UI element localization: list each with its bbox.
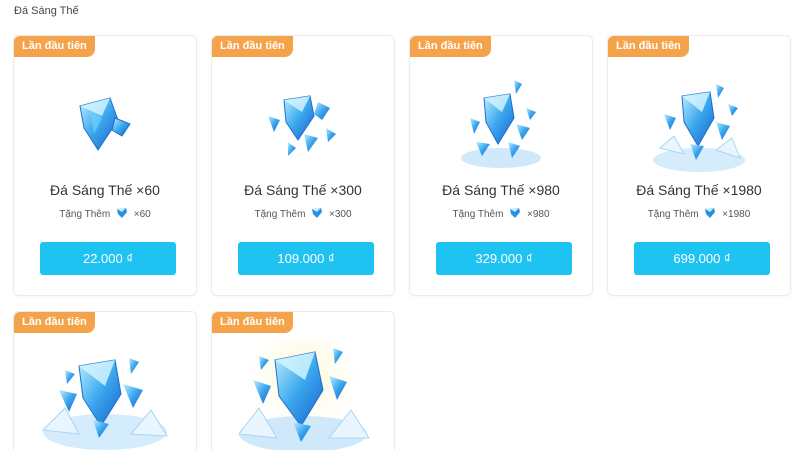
- bonus-label: Tặng Thêm: [647, 209, 699, 220]
- product-name: Đá Sáng Thế ×980: [442, 182, 560, 198]
- crystal-icon: [653, 84, 745, 172]
- buy-button-300[interactable]: 109.000 ₫: [238, 242, 374, 275]
- product-card-980[interactable]: Lần đầu tiên Đá Sáng Thế ×980 Tặng Thêm …: [409, 35, 593, 296]
- product-card-pile[interactable]: Lần đầu tiên: [13, 311, 197, 450]
- first-purchase-badge: Lần đầu tiên: [14, 36, 95, 57]
- product-card-1980[interactable]: Lần đầu tiên Đá Sáng Thế ×1980 Tặng Thêm…: [607, 35, 791, 296]
- first-purchase-badge: Lần đầu tiên: [410, 36, 491, 57]
- first-purchase-badge: Lần đầu tiên: [212, 312, 293, 333]
- crystal-icon: [461, 80, 541, 168]
- crystal-icon: [79, 97, 131, 151]
- product-card-chest[interactable]: Lần đầu tiên: [211, 311, 395, 450]
- bonus-label: Tặng Thêm: [452, 209, 504, 220]
- bonus-text: Tặng Thêm ×1980: [608, 207, 790, 220]
- bonus-amount: ×60: [133, 209, 151, 220]
- first-purchase-badge: Lần đầu tiên: [212, 36, 293, 57]
- buy-button-60[interactable]: 22.000 ₫: [40, 242, 176, 275]
- bonus-text: Tặng Thêm ×300: [212, 207, 394, 220]
- bonus-text: Tặng Thêm ×980: [410, 207, 592, 220]
- product-card-300[interactable]: Lần đầu tiên Đá Sáng Thế ×300 Tặng Thêm …: [211, 35, 395, 296]
- gem-icon: [116, 208, 127, 218]
- gem-icon: [510, 208, 521, 218]
- bonus-amount: ×980: [526, 209, 550, 220]
- first-purchase-badge: Lần đầu tiên: [14, 312, 95, 333]
- buy-button-980[interactable]: 329.000 ₫: [436, 242, 572, 275]
- bonus-amount: ×300: [328, 209, 352, 220]
- bonus-text: Tặng Thêm ×60: [14, 207, 196, 220]
- product-name: Đá Sáng Thế ×60: [50, 182, 160, 198]
- gem-icon: [312, 208, 323, 218]
- crystal-chest-icon: [238, 338, 370, 450]
- bonus-label: Tặng Thêm: [254, 209, 306, 220]
- crystal-icon: [268, 95, 336, 156]
- bonus-amount: ×1980: [722, 209, 751, 220]
- crystal-pile-icon: [41, 358, 168, 450]
- bonus-label: Tặng Thêm: [59, 209, 111, 220]
- gem-icon: [705, 208, 716, 218]
- product-grid: Lần đầu tiên Đá Sáng Thế ×60 Tặng Thêm ×…: [0, 0, 800, 450]
- product-name: Đá Sáng Thế ×300: [244, 182, 362, 198]
- buy-button-1980[interactable]: 699.000 ₫: [634, 242, 770, 275]
- product-name: Đá Sáng Thế ×1980: [636, 182, 762, 198]
- product-card-60[interactable]: Lần đầu tiên Đá Sáng Thế ×60 Tặng Thêm ×…: [13, 35, 197, 296]
- first-purchase-badge: Lần đầu tiên: [608, 36, 689, 57]
